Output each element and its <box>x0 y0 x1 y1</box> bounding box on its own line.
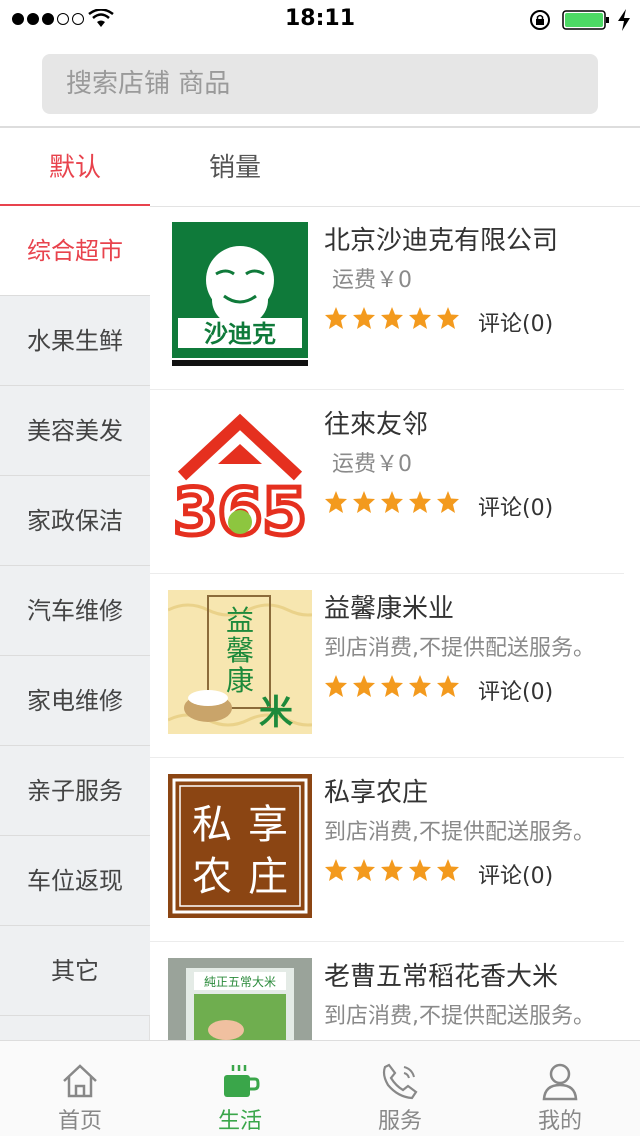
store-logo-rice: 益 馨 康 米 <box>168 590 312 734</box>
star-icon <box>353 491 375 513</box>
nav-home-label: 首页 <box>57 1109 102 1134</box>
review-count: 评论(0) <box>478 496 554 521</box>
svg-text:純正五常大米: 純正五常大米 <box>204 975 276 989</box>
star-rating <box>324 306 460 330</box>
store-delivery-note: 到店消费,不提供配送服务。 <box>324 636 595 661</box>
store-item[interactable]: 私 享 农 庄 私享农庄 到店消费,不提供配送服务。 评论(0) <box>150 758 624 942</box>
tab-default[interactable]: 默认 <box>0 130 150 206</box>
nav-service[interactable]: 服务 <box>320 1041 480 1137</box>
store-item[interactable]: 益 馨 康 米 益馨康米业 到店消费,不提供配送服务。 评论(0) <box>150 574 624 758</box>
store-delivery-note: 到店消费,不提供配送服务。 <box>324 1004 595 1029</box>
star-icon <box>437 491 459 513</box>
star-icon <box>409 307 431 329</box>
category-beauty[interactable]: 美容美发 <box>0 386 150 476</box>
star-icon <box>353 859 375 881</box>
star-icon <box>381 491 403 513</box>
rotation-lock-icon <box>530 10 550 30</box>
star-icon <box>325 859 347 881</box>
star-icon <box>381 859 403 881</box>
store-logo-wuchang-rice: 純正五常大米 <box>168 958 312 1040</box>
search-bar <box>0 40 640 128</box>
category-sidebar: 综合超市 水果生鲜 美容美发 家政保洁 汽车维修 家电维修 亲子服务 车位返现 … <box>0 206 150 1040</box>
star-icon <box>353 307 375 329</box>
tab-sales[interactable]: 销量 <box>160 130 310 206</box>
store-delivery-note: 到店消费,不提供配送服务。 <box>324 820 595 845</box>
review-count: 评论(0) <box>478 864 554 889</box>
category-car-repair[interactable]: 汽车维修 <box>0 566 150 656</box>
store-list: 沙迪克 SODICK 北京沙迪克有限公司 运费￥0 评论(0) 365 <box>150 206 640 1040</box>
category-supermarket[interactable]: 综合超市 <box>0 206 150 296</box>
store-logo-farm: 私 享 农 庄 <box>168 774 312 918</box>
svg-text:私: 私 <box>192 802 232 848</box>
bottom-nav: 首页 生活 服务 我的 <box>0 1040 640 1136</box>
store-logo-365: 365 <box>168 406 312 550</box>
star-icon <box>409 491 431 513</box>
store-item[interactable]: 沙迪克 SODICK 北京沙迪克有限公司 运费￥0 评论(0) <box>150 206 624 390</box>
store-logo-sodick: 沙迪克 SODICK <box>168 222 312 366</box>
review-count: 评论(0) <box>478 680 554 705</box>
search-input[interactable] <box>42 54 598 114</box>
svg-text:沙迪克: 沙迪克 <box>204 320 276 348</box>
nav-home[interactable]: 首页 <box>0 1041 160 1137</box>
star-icon <box>325 491 347 513</box>
category-other[interactable]: 其它 <box>0 926 150 1016</box>
svg-text:农: 农 <box>192 854 232 900</box>
star-icon <box>437 859 459 881</box>
svg-text:庄: 庄 <box>248 854 288 900</box>
home-icon <box>63 1064 97 1098</box>
svg-text:米: 米 <box>259 693 293 733</box>
svg-text:SODICK: SODICK <box>198 350 225 358</box>
star-icon <box>437 307 459 329</box>
star-icon <box>325 307 347 329</box>
store-name: 老曹五常稻花香大米 <box>324 962 559 992</box>
store-item[interactable]: 純正五常大米 老曹五常稻花香大米 到店消费,不提供配送服务。 <box>150 942 624 1040</box>
battery-icon <box>562 10 609 30</box>
phone-icon <box>382 1063 418 1100</box>
svg-text:益: 益 <box>226 604 254 637</box>
category-appliance-repair[interactable]: 家电维修 <box>0 656 150 746</box>
category-fruit-fresh[interactable]: 水果生鲜 <box>0 296 150 386</box>
star-icon <box>409 859 431 881</box>
star-rating <box>324 674 460 698</box>
category-parent-child[interactable]: 亲子服务 <box>0 746 150 836</box>
store-name: 往來友邻 <box>324 410 429 440</box>
svg-text:康: 康 <box>226 664 254 697</box>
user-icon <box>542 1063 578 1101</box>
svg-text:馨: 馨 <box>226 634 254 667</box>
store-name: 北京沙迪克有限公司 <box>324 226 559 256</box>
star-icon <box>437 675 459 697</box>
star-icon <box>381 307 403 329</box>
star-rating <box>324 858 460 882</box>
star-icon <box>325 675 347 697</box>
store-shipping-fee: 运费￥0 <box>332 452 412 477</box>
review-count: 评论(0) <box>478 312 554 337</box>
sort-tabs: 默认 销量 <box>0 130 640 207</box>
star-rating <box>324 490 460 514</box>
store-shipping-fee: 运费￥0 <box>332 268 412 293</box>
nav-mine[interactable]: 我的 <box>480 1041 640 1137</box>
nav-service-label: 服务 <box>377 1109 422 1134</box>
star-icon <box>409 675 431 697</box>
coffee-cup-icon <box>224 1065 260 1097</box>
svg-text:享: 享 <box>248 802 288 848</box>
status-bar: 18:11 <box>0 0 640 40</box>
nav-mine-label: 我的 <box>537 1109 582 1134</box>
store-name: 益馨康米业 <box>324 594 455 624</box>
nav-life[interactable]: 生活 <box>160 1041 320 1137</box>
category-housekeeping[interactable]: 家政保洁 <box>0 476 150 566</box>
charging-icon <box>618 9 630 31</box>
category-parking-cashback[interactable]: 车位返现 <box>0 836 150 926</box>
nav-life-label: 生活 <box>217 1109 262 1134</box>
star-icon <box>353 675 375 697</box>
store-item[interactable]: 365 往來友邻 运费￥0 评论(0) <box>150 390 624 574</box>
star-icon <box>381 675 403 697</box>
store-name: 私享农庄 <box>324 778 429 808</box>
